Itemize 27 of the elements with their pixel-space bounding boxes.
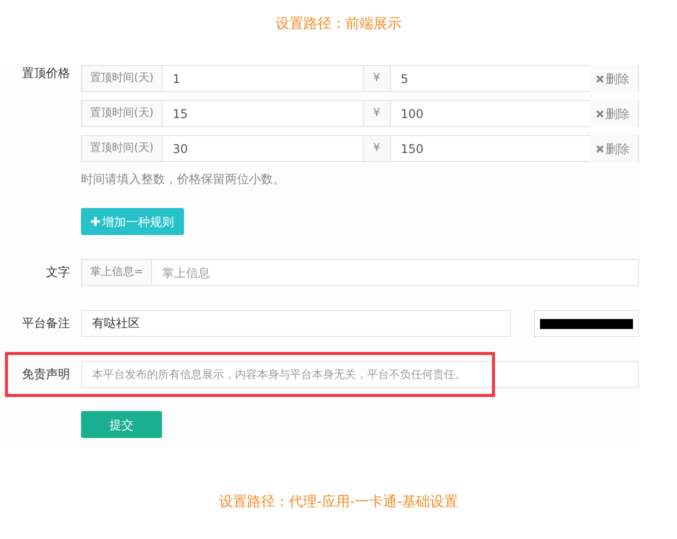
currency-addon: ¥ <box>362 100 390 127</box>
input-addon: 掌上信息= <box>81 259 152 286</box>
page-note: 设置路径：前端展示 <box>276 15 402 34</box>
close-icon <box>596 144 604 152</box>
field-label: 平台备注 <box>21 315 70 332</box>
days-input[interactable]: 1 <box>162 65 363 92</box>
text-input[interactable]: 掌上信息 <box>151 259 639 286</box>
close-icon <box>596 110 604 118</box>
price-input[interactable]: 150 <box>390 135 590 162</box>
input-addon: 置顶时间(天) <box>81 100 162 127</box>
field-label: 免责声明 <box>21 366 70 383</box>
days-input[interactable]: 15 <box>162 100 363 127</box>
currency-addon: ¥ <box>362 135 390 162</box>
field-label: 置顶价格 <box>21 65 70 81</box>
disclaimer-input[interactable]: 本平台发布的所有信息展示，内容本身与平台本身无关，平台不负任何责任。 <box>81 361 639 388</box>
price-input[interactable]: 100 <box>390 100 590 127</box>
input-addon: 置顶时间(天) <box>81 135 162 162</box>
price-input[interactable]: 5 <box>390 65 590 92</box>
page-note: 设置路径：代理-应用-一卡通-基础设置 <box>218 493 458 512</box>
plus-icon <box>91 217 100 226</box>
platform-note-input[interactable]: 有哒社区 <box>81 310 511 337</box>
input-addon: 置顶时间(天) <box>81 65 162 92</box>
days-input[interactable]: 30 <box>162 135 363 162</box>
field-label: 文字 <box>45 264 70 281</box>
close-icon <box>596 74 604 82</box>
currency-addon: ¥ <box>362 65 390 92</box>
hint-text: 时间请填入整数，价格保留两位小数。 <box>81 171 285 188</box>
